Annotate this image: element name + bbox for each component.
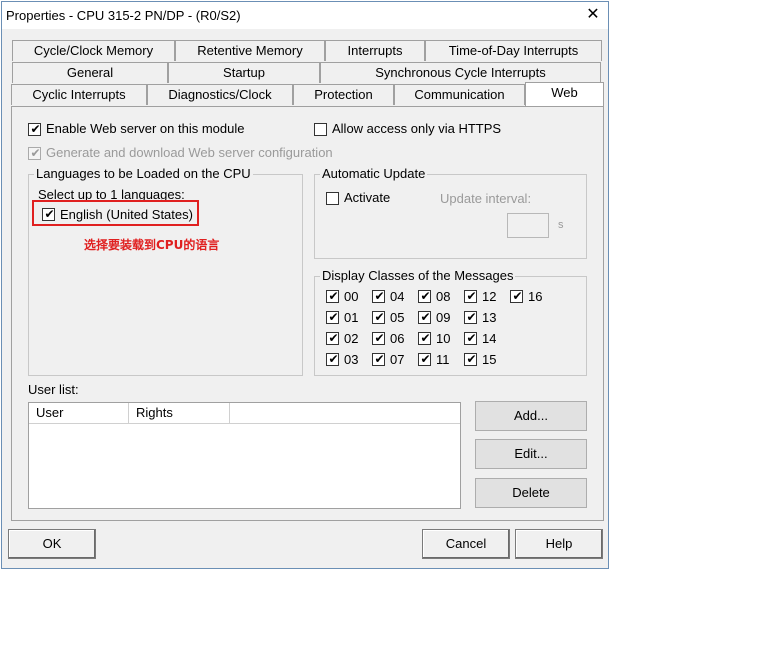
message-class-checkbox-16[interactable]: ✔	[510, 289, 523, 303]
enable-web-server-label: Enable Web server on this module	[46, 121, 245, 136]
update-interval-label: Update interval:	[440, 191, 532, 206]
message-class-label: 05	[390, 310, 404, 325]
message-class-label: 15	[482, 352, 496, 367]
tab-web[interactable]: Web	[525, 82, 604, 106]
close-icon[interactable]: ✕	[580, 4, 606, 26]
update-interval-unit: s	[558, 219, 564, 231]
message-class-checkbox-03[interactable]: ✔	[326, 352, 339, 366]
https-only-checkbox[interactable]	[314, 123, 327, 136]
enable-web-server-checkbox[interactable]: ✔	[28, 122, 41, 136]
message-class-label: 02	[344, 331, 358, 346]
message-class-label: 11	[436, 352, 450, 367]
tab-startup[interactable]: Startup	[168, 62, 320, 83]
auto-update-title: Automatic Update	[320, 166, 428, 181]
user-list-label: User list:	[28, 382, 79, 397]
edit-user-button[interactable]: Edit...	[475, 439, 587, 469]
user-list-table[interactable]: User Rights	[28, 402, 461, 509]
ok-button[interactable]: OK	[8, 529, 96, 559]
message-class-checkbox-01[interactable]: ✔	[326, 310, 339, 324]
annotation-note: 选择要装载到CPU的语言	[84, 238, 220, 252]
activate-label: Activate	[344, 190, 391, 205]
message-class-label: 04	[390, 289, 404, 304]
generate-config-label: Generate and download Web server configu…	[46, 145, 333, 160]
https-only-label: Allow access only via HTTPS	[332, 121, 502, 136]
message-class-label: 10	[436, 331, 450, 346]
message-class-checkbox-08[interactable]: ✔	[418, 289, 431, 303]
message-class-label: 07	[390, 352, 404, 367]
languages-group-title: Languages to be Loaded on the CPU	[34, 166, 253, 181]
message-classes-title: Display Classes of the Messages	[320, 268, 516, 283]
message-class-label: 14	[482, 331, 496, 346]
tab-cyclic-interrupts[interactable]: Cyclic Interrupts	[11, 84, 147, 105]
web-tab-panel: ✔ Enable Web server on this module Allow…	[11, 106, 604, 521]
generate-config-checkbox: ✔	[28, 146, 41, 160]
message-class-label: 16	[528, 289, 542, 304]
window-title: Properties - CPU 315-2 PN/DP - (R0/S2)	[6, 8, 241, 23]
message-class-checkbox-07[interactable]: ✔	[372, 352, 385, 366]
message-class-checkbox-12[interactable]: ✔	[464, 289, 477, 303]
message-class-checkbox-13[interactable]: ✔	[464, 310, 477, 324]
message-class-checkbox-15[interactable]: ✔	[464, 352, 477, 366]
message-class-checkbox-06[interactable]: ✔	[372, 331, 385, 345]
message-class-label: 01	[344, 310, 358, 325]
tab-protection[interactable]: Protection	[293, 84, 394, 105]
message-class-label: 06	[390, 331, 404, 346]
message-class-label: 12	[482, 289, 496, 304]
message-class-label: 08	[436, 289, 450, 304]
user-list-header: User Rights	[29, 403, 460, 424]
message-class-checkbox-10[interactable]: ✔	[418, 331, 431, 345]
language-english-checkbox[interactable]: ✔	[42, 207, 55, 221]
message-class-label: 13	[482, 310, 496, 325]
update-interval-input	[507, 213, 549, 238]
message-class-checkbox-11[interactable]: ✔	[418, 352, 431, 366]
message-class-checkbox-14[interactable]: ✔	[464, 331, 477, 345]
tab-diagnostics-clock[interactable]: Diagnostics/Clock	[147, 84, 293, 105]
message-class-label: 03	[344, 352, 358, 367]
tab-general[interactable]: General	[12, 62, 168, 83]
message-class-label: 09	[436, 310, 450, 325]
help-button[interactable]: Help	[515, 529, 603, 559]
cancel-button[interactable]: Cancel	[422, 529, 510, 559]
tab-retentive-memory[interactable]: Retentive Memory	[175, 40, 325, 61]
tab-cycle-clock-memory[interactable]: Cycle/Clock Memory	[12, 40, 175, 61]
activate-checkbox[interactable]	[326, 192, 339, 205]
tab-interrupts[interactable]: Interrupts	[325, 40, 425, 61]
column-header-rights[interactable]: Rights	[129, 403, 230, 423]
language-english-label: English (United States)	[60, 207, 193, 222]
message-class-checkbox-04[interactable]: ✔	[372, 289, 385, 303]
tab-communication[interactable]: Communication	[394, 84, 525, 105]
column-header-user[interactable]: User	[29, 403, 129, 423]
message-class-checkbox-09[interactable]: ✔	[418, 310, 431, 324]
tab-synchronous-cycle-interrupts[interactable]: Synchronous Cycle Interrupts	[320, 62, 601, 83]
message-class-label: 00	[344, 289, 358, 304]
message-class-checkbox-05[interactable]: ✔	[372, 310, 385, 324]
properties-dialog: Properties - CPU 315-2 PN/DP - (R0/S2) ✕…	[1, 1, 609, 569]
title-bar[interactable]: Properties - CPU 315-2 PN/DP - (R0/S2) ✕	[2, 2, 608, 29]
tab-time-of-day-interrupts[interactable]: Time-of-Day Interrupts	[425, 40, 602, 61]
delete-user-button[interactable]: Delete	[475, 478, 587, 508]
message-class-checkbox-02[interactable]: ✔	[326, 331, 339, 345]
add-user-button[interactable]: Add...	[475, 401, 587, 431]
message-class-checkbox-00[interactable]: ✔	[326, 289, 339, 303]
